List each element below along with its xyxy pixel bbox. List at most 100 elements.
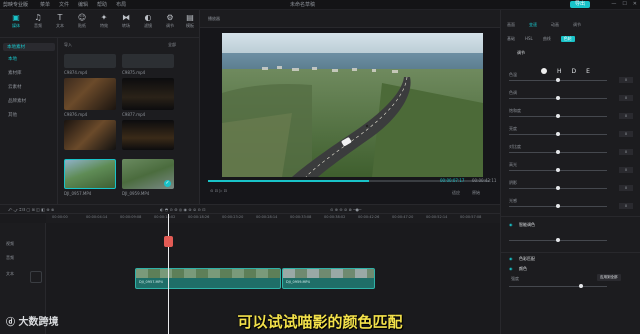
media-thumb[interactable] (64, 54, 116, 68)
menu-item[interactable]: 编辑 (78, 1, 88, 8)
tab-picture[interactable]: 画面 (507, 22, 515, 28)
tool-adjust[interactable]: ⚙ 调节 (160, 13, 180, 29)
player-title: 播放器 (208, 16, 220, 21)
menu-item[interactable]: 帮助 (97, 1, 107, 8)
video-clip[interactable]: DJI_0957.MP4 (135, 268, 281, 289)
tab-adjust[interactable]: 调节 (573, 22, 581, 28)
filter-icon: ◐ (144, 13, 152, 22)
app-name: 剪映专业版 (3, 2, 29, 8)
slider-contrast[interactable]: 对比度 0 (509, 144, 633, 155)
ruler-tick: 00:00:09:08 (120, 215, 142, 219)
tool-text[interactable]: T 文本 (50, 13, 70, 29)
sticker-icon: ☺ (77, 13, 87, 22)
sidebar-item[interactable]: 品牌素材 (8, 98, 26, 104)
tool-effects[interactable]: ✦ 特效 (94, 13, 114, 29)
timeline-tool-icons[interactable]: ◐ ◓ ⊙ ⊚ ◎ ◉ ⊛ ⊜ ⊝ ⊡ (160, 207, 206, 212)
tab-speed[interactable]: 变速 (529, 22, 537, 28)
tool-filter[interactable]: ◐ 滤镜 (138, 13, 158, 29)
video-frame (222, 33, 483, 177)
tool-transition[interactable]: ⧓ 转场 (116, 13, 136, 29)
toggle-icon[interactable]: ◉ (509, 222, 513, 227)
tool-audio[interactable]: ♫ 音频 (28, 13, 48, 29)
slider-light[interactable]: 光感 0 (509, 198, 633, 209)
subtab-wheels[interactable]: 色轮 (560, 36, 575, 42)
video-image (222, 33, 483, 177)
clip-name: DJI_0959.MP4 (286, 280, 310, 284)
sidebar-item-local[interactable]: 本地素材 (3, 43, 55, 51)
media-thumb[interactable] (64, 120, 116, 150)
maximize-icon[interactable]: ☐ (622, 1, 626, 7)
progress-fill (208, 180, 369, 182)
sidebar-item[interactable]: 其他 (8, 112, 17, 118)
window-controls: — ☐ ✕ (611, 1, 637, 7)
toggle-icon[interactable]: ◉ (509, 266, 513, 271)
menu-item[interactable]: 布局 (116, 1, 126, 8)
clip-name: DJI_0957.MP4 (139, 280, 163, 284)
ruler-tick: 00:00:38:02 (324, 215, 346, 219)
section-title: 色彩匹配 (519, 256, 535, 261)
ruler-tick: 00:00:23:20 (222, 215, 244, 219)
slider-tint[interactable]: 色调 0 (509, 90, 633, 101)
divider (501, 252, 640, 253)
video-clip[interactable]: DJI_0959.MP4 (282, 268, 375, 289)
tool-template[interactable]: ▤ 模板 (180, 13, 200, 29)
filter-dropdown[interactable]: 全部 (168, 42, 176, 48)
import-button[interactable]: 导入 (64, 42, 72, 48)
slider-highlight[interactable]: 高光 0 (509, 162, 633, 173)
original-button[interactable]: 原始 (472, 190, 480, 196)
media-thumb[interactable] (122, 54, 174, 68)
time-current: 00:00:07:17 (440, 178, 465, 183)
ruler-tick: 00:00:14:02 (154, 215, 176, 219)
sidebar-item[interactable]: 本地 (8, 56, 17, 62)
fit-button[interactable]: 适应 (452, 190, 460, 196)
time-total: 00:00:42:11 (472, 178, 497, 183)
player-header: 播放器 (200, 10, 500, 28)
media-name: C9875.mp4 (122, 70, 146, 75)
media-thumb[interactable] (64, 78, 116, 110)
playhead-handle[interactable] (164, 236, 173, 247)
media-icon: ▣ (12, 13, 20, 22)
subtab-curves[interactable]: 曲线 (543, 36, 551, 42)
media-name: C9874.mp4 (64, 70, 88, 75)
track-label: 视频 (6, 241, 14, 246)
slider-brightness[interactable]: 亮度 0 (509, 126, 633, 137)
toggle-icon[interactable]: ◉ (509, 256, 513, 261)
template-icon: ▤ (186, 13, 194, 22)
sidebar-item[interactable]: 云素材 (8, 84, 22, 90)
timeline-ruler[interactable]: 00:00:00 00:00:04:14 00:00:09:08 00:00:1… (46, 214, 500, 223)
section-title: 颜色 (519, 266, 527, 271)
play-button[interactable]: ⊙ ⊡ ▷ ⊡ (210, 188, 227, 193)
slider-temperature[interactable]: 色温 0 (509, 72, 633, 83)
media-thumb[interactable] (122, 120, 174, 150)
adjust-icon: ⚙ (166, 13, 174, 22)
tool-sticker[interactable]: ☺ 贴纸 (72, 13, 92, 29)
zoom-icons[interactable]: ⊙ ⊕ ⊖ ⊘ ⊗ ─●─ (330, 207, 361, 212)
media-name: DJI_0959.MP4 (122, 191, 150, 196)
slider-strength[interactable] (509, 278, 633, 288)
title-bar: 剪映专业版 菜单 文件 编辑 帮助 布局 未命名草稿 导出 — ☐ ✕ (0, 0, 640, 10)
sidebar-item[interactable]: 素材库 (8, 70, 22, 76)
slider-saturation[interactable]: 饱和度 0 (509, 108, 633, 119)
slider-smart[interactable] (509, 232, 633, 242)
minimize-icon[interactable]: — (611, 1, 616, 7)
check-icon: ✓ (164, 180, 171, 187)
audio-icon: ♫ (34, 13, 42, 22)
media-thumb-selected[interactable] (64, 159, 116, 189)
media-thumb[interactable] (122, 78, 174, 110)
cover-thumb[interactable] (30, 271, 42, 283)
close-icon[interactable]: ✕ (633, 1, 637, 7)
subtab-basic[interactable]: 基础 (507, 36, 515, 42)
slider-shadow[interactable]: 阴影 0 (509, 180, 633, 191)
menu-item[interactable]: 菜单 (40, 1, 50, 8)
tab-animation[interactable]: 动画 (551, 22, 559, 28)
tool-media[interactable]: ▣ 媒体 (6, 13, 26, 29)
ruler-tick: 00:00:04:14 (86, 215, 108, 219)
ruler-tick: 00:00:42:26 (358, 215, 380, 219)
menu-bar: 菜单 文件 编辑 帮助 布局 (40, 1, 126, 8)
ruler-tick: 00:00:00 (52, 215, 68, 219)
subtab-hsl[interactable]: HSL (525, 36, 533, 42)
ruler-tick: 00:00:28:14 (256, 215, 278, 219)
timeline-tool-icons[interactable]: ⤺ ⤻ ⌶ ⌷ ▢ ⊞ ◫ ◧ ⊕ ⊗ (8, 207, 54, 212)
menu-item[interactable]: 文件 (59, 1, 69, 8)
export-button[interactable]: 导出 (569, 1, 590, 8)
